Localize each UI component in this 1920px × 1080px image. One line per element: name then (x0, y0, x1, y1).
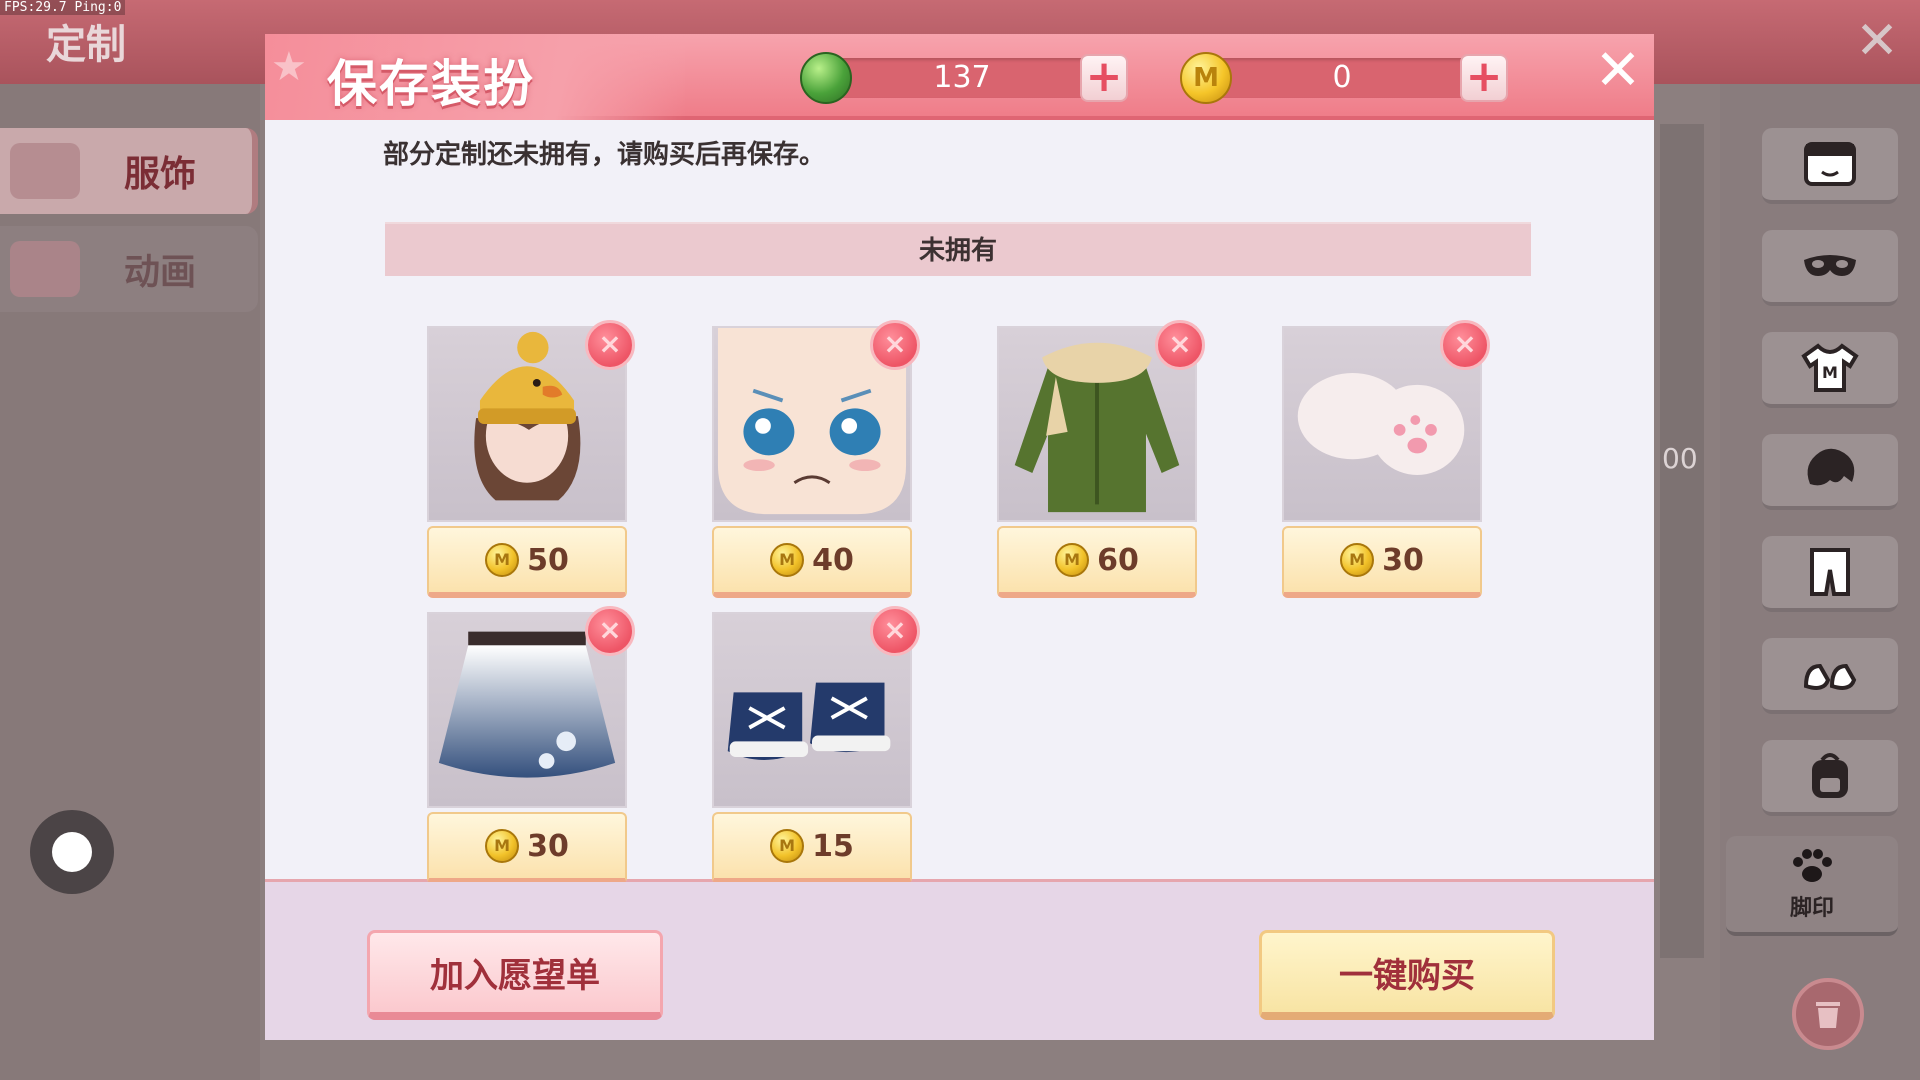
save-outfit-dialog: ★ 保存装扮 137 + M 0 + ✕ 部分定制还未拥有，请购买后再保存。 未… (265, 34, 1654, 1040)
remove-item-button[interactable]: × (585, 320, 635, 370)
face-icon (1804, 142, 1856, 186)
item-price-value: 50 (527, 542, 569, 578)
shoes-icon (1803, 663, 1857, 690)
tab-animation-label: 动画 (124, 252, 197, 293)
partial-number: 00 (1662, 442, 1698, 475)
item-price-value: 15 (812, 828, 854, 864)
triangle-icon (10, 241, 80, 297)
item-price[interactable]: M 30 (1282, 526, 1482, 598)
tab-clothing-label: 服饰 (124, 154, 197, 195)
background-close-icon[interactable]: ✕ (1852, 15, 1902, 67)
item-price[interactable]: M 30 (427, 812, 627, 884)
item-price-value: 30 (527, 828, 569, 864)
coin-amount: 0 (1332, 60, 1352, 95)
gem-balance: 137 + (800, 52, 1136, 104)
dialog-body: 部分定制还未拥有，请购买后再保存。 未拥有 × M 50 × M 40 × M … (265, 120, 1654, 884)
remove-item-button[interactable]: × (1440, 320, 1490, 370)
remove-item-button[interactable]: × (1155, 320, 1205, 370)
add-coins-button[interactable]: + (1460, 54, 1508, 102)
paw-icon (1793, 849, 1832, 882)
coin-icon: M (1180, 52, 1232, 104)
add-gems-button[interactable]: + (1080, 54, 1128, 102)
tab-clothing[interactable]: 服饰 (0, 128, 258, 214)
category-footprint-button[interactable]: 脚印 (1726, 836, 1898, 936)
item-price[interactable]: M 15 (712, 812, 912, 884)
coin-icon: M (770, 543, 805, 577)
category-shirt-button[interactable]: M (1762, 332, 1898, 408)
item-price[interactable]: M 60 (997, 526, 1197, 598)
hair-icon (1807, 448, 1855, 486)
dialog-header: ★ 保存装扮 137 + M 0 + ✕ (265, 34, 1654, 120)
coin-icon: M (485, 829, 520, 863)
category-face-button[interactable] (1762, 128, 1898, 204)
dialog-footer: 加入愿望单 一键购买 (265, 882, 1654, 1040)
section-header-not-owned: 未拥有 (385, 222, 1531, 276)
coin-icon: M (1055, 543, 1090, 577)
category-pants-button[interactable] (1762, 536, 1898, 612)
coin-icon: M (770, 829, 805, 863)
item-card[interactable]: × M 60 (997, 320, 1205, 606)
add-to-wishlist-button[interactable]: 加入愿望单 (367, 930, 663, 1020)
item-card[interactable]: × M 30 (427, 606, 635, 892)
backpack-icon (1812, 753, 1848, 798)
shirt-icon (10, 143, 80, 199)
mask-icon (1804, 255, 1856, 276)
coin-icon: M (485, 543, 520, 577)
item-price[interactable]: M 40 (712, 526, 912, 598)
virtual-joystick[interactable] (30, 810, 114, 894)
gem-amount: 137 (933, 60, 991, 95)
category-hair-button[interactable] (1762, 434, 1898, 510)
item-price[interactable]: M 50 (427, 526, 627, 598)
item-card[interactable]: × M 15 (712, 606, 920, 892)
remove-item-button[interactable]: × (870, 320, 920, 370)
coin-icon: M (1340, 543, 1375, 577)
item-price-value: 40 (812, 542, 854, 578)
fps-readout: FPS:29.7 Ping:0 (0, 0, 126, 15)
tab-animation[interactable]: 动画 (0, 226, 258, 312)
category-mask-button[interactable] (1762, 230, 1898, 306)
close-icon[interactable]: ✕ (1593, 43, 1643, 99)
remove-item-button[interactable]: × (870, 606, 920, 656)
coin-balance: M 0 + (1180, 52, 1516, 104)
buy-all-button[interactable]: 一键购买 (1259, 930, 1555, 1020)
background-title: 定制 (46, 22, 126, 68)
item-price-value: 30 (1382, 542, 1424, 578)
shirt-icon: M (1801, 343, 1859, 392)
star-decoration-icon: ★ (271, 44, 307, 90)
notice-text: 部分定制还未拥有，请购买后再保存。 (383, 140, 826, 170)
pants-icon (1810, 548, 1850, 596)
dialog-title: 保存装扮 (327, 55, 535, 113)
item-price-value: 60 (1097, 542, 1139, 578)
svg-text:M: M (1822, 363, 1838, 382)
category-backpack-button[interactable] (1762, 740, 1898, 816)
item-card[interactable]: × M 30 (1282, 320, 1490, 606)
trash-icon (1816, 1002, 1840, 1028)
item-card[interactable]: × M 40 (712, 320, 920, 606)
item-card[interactable]: × M 50 (427, 320, 635, 606)
trash-button[interactable] (1792, 978, 1864, 1050)
gem-icon (800, 52, 852, 104)
footprint-label: 脚印 (1789, 896, 1834, 921)
remove-item-button[interactable]: × (585, 606, 635, 656)
category-shoes-button[interactable] (1762, 638, 1898, 714)
background-preview-strip: 00 (1660, 124, 1704, 958)
